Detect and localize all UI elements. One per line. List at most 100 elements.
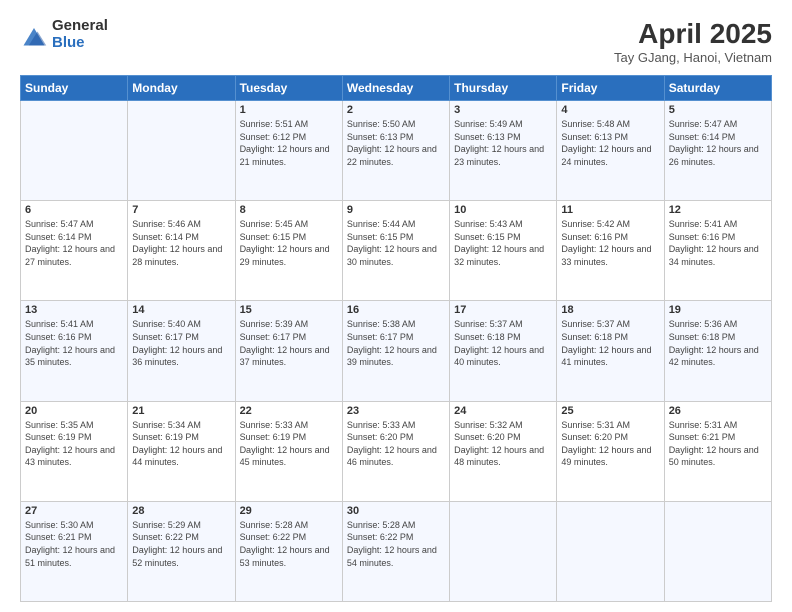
header-thursday: Thursday <box>450 76 557 101</box>
header-saturday: Saturday <box>664 76 771 101</box>
day-number: 12 <box>669 204 767 216</box>
logo-icon <box>20 21 48 49</box>
page: General Blue April 2025 Tay GJang, Hanoi… <box>0 0 792 612</box>
day-number: 23 <box>347 405 445 417</box>
calendar-cell <box>128 101 235 201</box>
day-number: 21 <box>132 405 230 417</box>
title-block: April 2025 Tay GJang, Hanoi, Vietnam <box>614 18 772 65</box>
day-info: Sunrise: 5:30 AMSunset: 6:21 PMDaylight:… <box>25 519 123 569</box>
calendar-cell: 26 Sunrise: 5:31 AMSunset: 6:21 PMDayligh… <box>664 401 771 501</box>
day-info: Sunrise: 5:33 AMSunset: 6:20 PMDaylight:… <box>347 419 445 469</box>
day-number: 17 <box>454 304 552 316</box>
day-number: 8 <box>240 204 338 216</box>
calendar-cell: 1 Sunrise: 5:51 AMSunset: 6:12 PMDaylight… <box>235 101 342 201</box>
header-wednesday: Wednesday <box>342 76 449 101</box>
day-number: 19 <box>669 304 767 316</box>
calendar-cell: 10 Sunrise: 5:43 AMSunset: 6:15 PMDayligh… <box>450 201 557 301</box>
header-friday: Friday <box>557 76 664 101</box>
calendar-cell: 17 Sunrise: 5:37 AMSunset: 6:18 PMDayligh… <box>450 301 557 401</box>
day-number: 11 <box>561 204 659 216</box>
day-info: Sunrise: 5:34 AMSunset: 6:19 PMDaylight:… <box>132 419 230 469</box>
calendar-cell <box>557 501 664 601</box>
day-number: 22 <box>240 405 338 417</box>
day-info: Sunrise: 5:29 AMSunset: 6:22 PMDaylight:… <box>132 519 230 569</box>
day-number: 29 <box>240 505 338 517</box>
day-info: Sunrise: 5:41 AMSunset: 6:16 PMDaylight:… <box>669 218 767 268</box>
calendar-week-4: 20Sunrise: 5:35 AMSunset: 6:19 PMDayligh… <box>21 401 772 501</box>
day-info: Sunrise: 5:48 AMSunset: 6:13 PMDaylight:… <box>561 118 659 168</box>
day-info: Sunrise: 5:43 AMSunset: 6:15 PMDaylight:… <box>454 218 552 268</box>
calendar-cell: 11 Sunrise: 5:42 AMSunset: 6:16 PMDayligh… <box>557 201 664 301</box>
day-info: Sunrise: 5:31 AMSunset: 6:20 PMDaylight:… <box>561 419 659 469</box>
calendar-header-row: Sunday Monday Tuesday Wednesday Thursday… <box>21 76 772 101</box>
calendar-cell: 23 Sunrise: 5:33 AMSunset: 6:20 PMDayligh… <box>342 401 449 501</box>
calendar-cell: 6 Sunrise: 5:47 AMSunset: 6:14 PMDaylight… <box>21 201 128 301</box>
day-number: 18 <box>561 304 659 316</box>
day-info: Sunrise: 5:41 AMSunset: 6:16 PMDaylight:… <box>25 318 123 368</box>
calendar-cell: 9Sunrise: 5:44 AMSunset: 6:15 PMDaylight… <box>342 201 449 301</box>
day-number: 15 <box>240 304 338 316</box>
day-number: 24 <box>454 405 552 417</box>
day-info: Sunrise: 5:51 AMSunset: 6:12 PMDaylight:… <box>240 118 338 168</box>
logo-general: General <box>52 18 108 35</box>
day-number: 6 <box>25 204 123 216</box>
calendar-table: Sunday Monday Tuesday Wednesday Thursday… <box>20 75 772 602</box>
calendar-cell: 5 Sunrise: 5:47 AMSunset: 6:14 PMDaylight… <box>664 101 771 201</box>
calendar-cell: 29 Sunrise: 5:28 AMSunset: 6:22 PMDayligh… <box>235 501 342 601</box>
calendar-cell <box>450 501 557 601</box>
day-info: Sunrise: 5:42 AMSunset: 6:16 PMDaylight:… <box>561 218 659 268</box>
day-number: 10 <box>454 204 552 216</box>
day-info: Sunrise: 5:38 AMSunset: 6:17 PMDaylight:… <box>347 318 445 368</box>
header: General Blue April 2025 Tay GJang, Hanoi… <box>20 18 772 65</box>
calendar-subtitle: Tay GJang, Hanoi, Vietnam <box>614 50 772 65</box>
calendar-cell: 30Sunrise: 5:28 AMSunset: 6:22 PMDayligh… <box>342 501 449 601</box>
day-info: Sunrise: 5:31 AMSunset: 6:21 PMDaylight:… <box>669 419 767 469</box>
day-info: Sunrise: 5:46 AMSunset: 6:14 PMDaylight:… <box>132 218 230 268</box>
calendar-cell: 19 Sunrise: 5:36 AMSunset: 6:18 PMDayligh… <box>664 301 771 401</box>
header-sunday: Sunday <box>21 76 128 101</box>
calendar-cell: 7 Sunrise: 5:46 AMSunset: 6:14 PMDaylight… <box>128 201 235 301</box>
calendar-cell: 22 Sunrise: 5:33 AMSunset: 6:19 PMDayligh… <box>235 401 342 501</box>
day-info: Sunrise: 5:37 AMSunset: 6:18 PMDaylight:… <box>454 318 552 368</box>
day-number: 26 <box>669 405 767 417</box>
calendar-cell: 24 Sunrise: 5:32 AMSunset: 6:20 PMDayligh… <box>450 401 557 501</box>
day-info: Sunrise: 5:45 AMSunset: 6:15 PMDaylight:… <box>240 218 338 268</box>
header-tuesday: Tuesday <box>235 76 342 101</box>
day-info: Sunrise: 5:36 AMSunset: 6:18 PMDaylight:… <box>669 318 767 368</box>
day-number: 30 <box>347 505 445 517</box>
day-info: Sunrise: 5:50 AMSunset: 6:13 PMDaylight:… <box>347 118 445 168</box>
calendar-cell: 18Sunrise: 5:37 AMSunset: 6:18 PMDayligh… <box>557 301 664 401</box>
day-info: Sunrise: 5:28 AMSunset: 6:22 PMDaylight:… <box>240 519 338 569</box>
calendar-cell: 15 Sunrise: 5:39 AMSunset: 6:17 PMDayligh… <box>235 301 342 401</box>
day-info: Sunrise: 5:32 AMSunset: 6:20 PMDaylight:… <box>454 419 552 469</box>
calendar-week-1: 1 Sunrise: 5:51 AMSunset: 6:12 PMDaylight… <box>21 101 772 201</box>
day-number: 7 <box>132 204 230 216</box>
day-info: Sunrise: 5:49 AMSunset: 6:13 PMDaylight:… <box>454 118 552 168</box>
calendar-cell: 28Sunrise: 5:29 AMSunset: 6:22 PMDayligh… <box>128 501 235 601</box>
day-number: 5 <box>669 104 767 116</box>
calendar-week-5: 27Sunrise: 5:30 AMSunset: 6:21 PMDayligh… <box>21 501 772 601</box>
calendar-cell <box>664 501 771 601</box>
day-number: 25 <box>561 405 659 417</box>
logo-text: General Blue <box>52 18 108 51</box>
calendar-cell: 25 Sunrise: 5:31 AMSunset: 6:20 PMDayligh… <box>557 401 664 501</box>
day-number: 16 <box>347 304 445 316</box>
day-info: Sunrise: 5:35 AMSunset: 6:19 PMDaylight:… <box>25 419 123 469</box>
logo-blue: Blue <box>52 35 108 52</box>
calendar-cell: 12 Sunrise: 5:41 AMSunset: 6:16 PMDayligh… <box>664 201 771 301</box>
day-info: Sunrise: 5:47 AMSunset: 6:14 PMDaylight:… <box>25 218 123 268</box>
calendar-cell: 16 Sunrise: 5:38 AMSunset: 6:17 PMDayligh… <box>342 301 449 401</box>
calendar-cell: 20Sunrise: 5:35 AMSunset: 6:19 PMDayligh… <box>21 401 128 501</box>
day-number: 1 <box>240 104 338 116</box>
header-monday: Monday <box>128 76 235 101</box>
calendar-title: April 2025 <box>614 18 772 50</box>
logo: General Blue <box>20 18 108 51</box>
day-info: Sunrise: 5:39 AMSunset: 6:17 PMDaylight:… <box>240 318 338 368</box>
day-number: 4 <box>561 104 659 116</box>
calendar-cell <box>21 101 128 201</box>
calendar-week-2: 6 Sunrise: 5:47 AMSunset: 6:14 PMDaylight… <box>21 201 772 301</box>
day-info: Sunrise: 5:33 AMSunset: 6:19 PMDaylight:… <box>240 419 338 469</box>
day-number: 9 <box>347 204 445 216</box>
day-info: Sunrise: 5:47 AMSunset: 6:14 PMDaylight:… <box>669 118 767 168</box>
day-info: Sunrise: 5:40 AMSunset: 6:17 PMDaylight:… <box>132 318 230 368</box>
